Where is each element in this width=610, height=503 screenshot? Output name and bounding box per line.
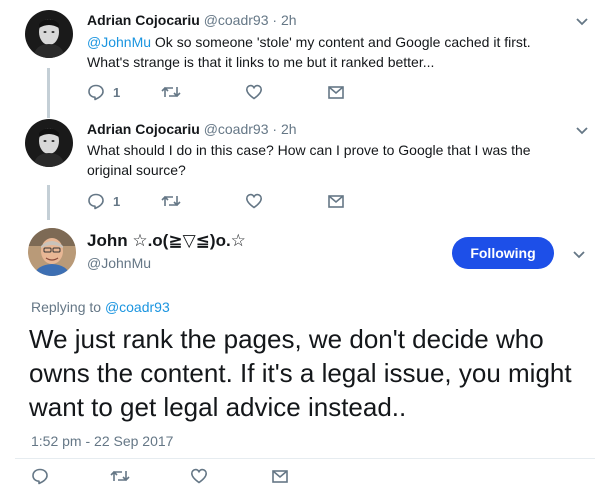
author-name[interactable]: Adrian Cojocariu — [87, 12, 200, 28]
separator-dot: · — [272, 121, 278, 137]
reply-button[interactable]: 1 — [87, 191, 120, 211]
main-tweet-text: We just rank the pages, we don't decide … — [29, 324, 572, 422]
avatar[interactable] — [28, 228, 76, 276]
reply-icon — [31, 467, 49, 485]
like-icon — [190, 467, 208, 485]
tweet-text: @JohnMu Ok so someone 'stole' my content… — [87, 34, 531, 70]
retweet-button[interactable] — [161, 191, 181, 211]
chevron-down-icon[interactable] — [570, 245, 588, 263]
replying-to-link[interactable]: @coadr93 — [105, 299, 170, 315]
replying-to: Replying to @coadr93 — [31, 299, 170, 315]
tweet-1[interactable]: Adrian Cojocariu @coadr93 · 2h @JohnMu O… — [0, 0, 610, 115]
direct-message-icon — [327, 192, 345, 210]
direct-message-button[interactable] — [271, 466, 289, 486]
author-handle[interactable]: @coadr93 — [204, 12, 269, 28]
tweet-time[interactable]: 2h — [281, 12, 297, 28]
reply-button[interactable] — [31, 466, 49, 486]
tweet-text: What should I do in this case? How can I… — [87, 142, 531, 178]
retweet-icon — [110, 467, 130, 485]
separator-dot: · — [272, 12, 278, 28]
retweet-button[interactable] — [161, 82, 181, 102]
tweet-actions: 1 — [87, 82, 367, 102]
tweet-time[interactable]: 2h — [281, 121, 297, 137]
main-tweet-actions — [31, 466, 311, 486]
author-handle[interactable]: @coadr93 — [204, 121, 269, 137]
reply-icon — [87, 83, 105, 101]
main-author-handle[interactable]: @JohnMu — [87, 255, 151, 271]
avatar[interactable] — [25, 10, 73, 58]
tweet-2[interactable]: Adrian Cojocariu @coadr93 · 2h What shou… — [0, 115, 610, 225]
main-author-name[interactable]: John ☆.o(≧▽≦)o.☆ — [87, 231, 246, 251]
reply-count: 1 — [113, 84, 121, 100]
direct-message-icon — [327, 83, 345, 101]
mention-link[interactable]: @JohnMu — [87, 34, 151, 50]
author-name[interactable]: Adrian Cojocariu — [87, 121, 200, 137]
chevron-down-icon[interactable] — [573, 12, 591, 30]
chevron-down-icon[interactable] — [573, 121, 591, 139]
like-button[interactable] — [245, 191, 263, 211]
following-button[interactable]: Following — [452, 237, 554, 269]
like-button[interactable] — [245, 82, 263, 102]
tweet-timestamp[interactable]: 1:52 pm - 22 Sep 2017 — [31, 433, 173, 449]
like-icon — [245, 192, 263, 210]
direct-message-button[interactable] — [327, 82, 345, 102]
reply-icon — [87, 192, 105, 210]
retweet-button[interactable] — [110, 466, 130, 486]
avatar[interactable] — [25, 119, 73, 167]
like-button[interactable] — [190, 466, 208, 486]
retweet-icon — [161, 192, 181, 210]
divider — [15, 458, 595, 459]
reply-count: 1 — [113, 193, 121, 209]
direct-message-button[interactable] — [327, 191, 345, 211]
direct-message-icon — [271, 467, 289, 485]
retweet-icon — [161, 83, 181, 101]
reply-button[interactable]: 1 — [87, 82, 120, 102]
tweet-actions: 1 — [87, 191, 367, 211]
like-icon — [245, 83, 263, 101]
